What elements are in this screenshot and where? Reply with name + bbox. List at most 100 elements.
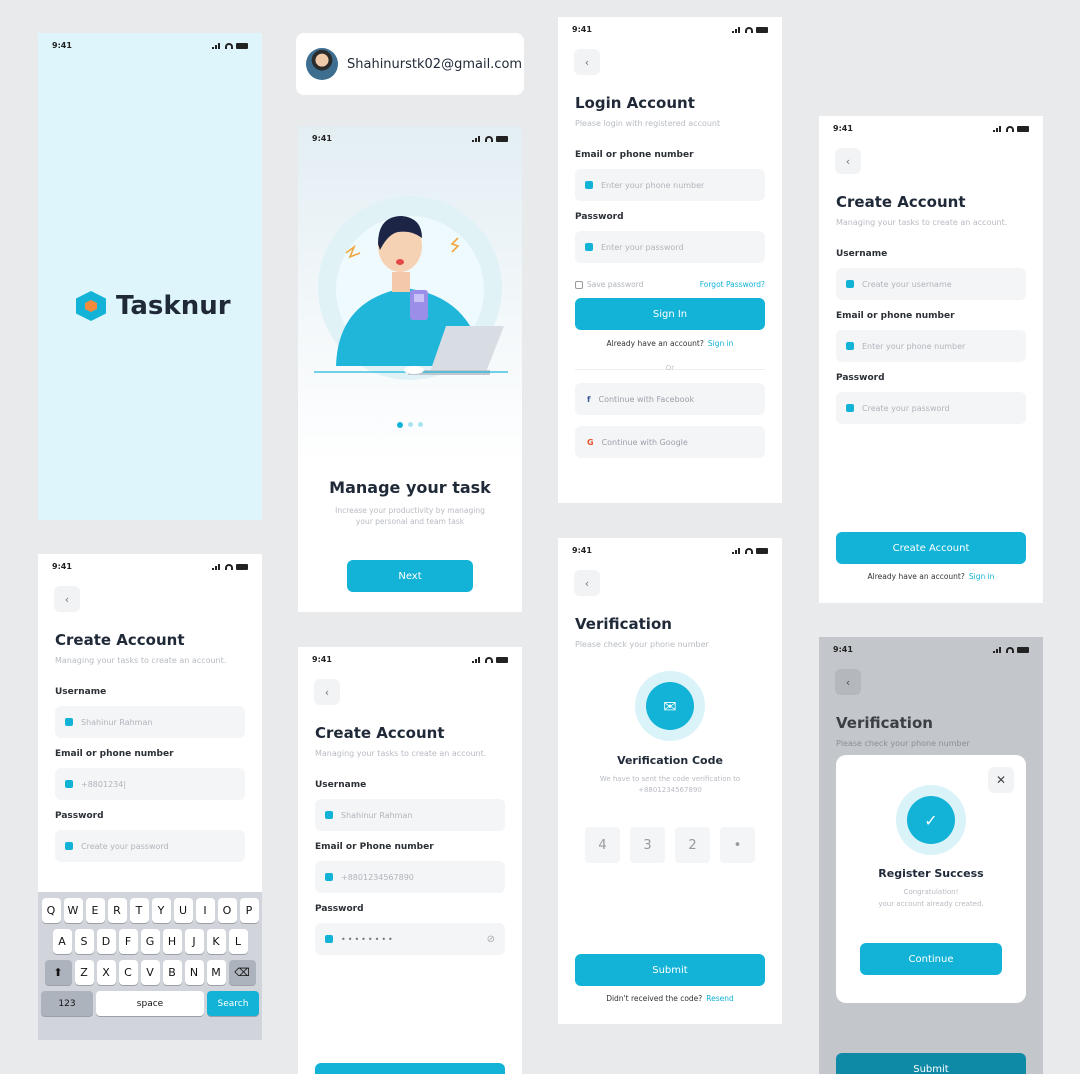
space-key[interactable]: space xyxy=(96,991,204,1016)
submit-button[interactable]: Submit xyxy=(836,1053,1026,1074)
password-field[interactable]: Enter your password xyxy=(575,231,765,263)
status-icons xyxy=(732,26,768,33)
resend-link[interactable]: Resend xyxy=(706,994,734,1003)
key-g[interactable]: G xyxy=(140,929,160,954)
email-placeholder: Enter your phone number xyxy=(862,341,966,351)
verification-badge: ✉ xyxy=(635,671,705,741)
username-field[interactable]: Shahinur Rahman xyxy=(315,799,505,831)
key-k[interactable]: K xyxy=(206,929,226,954)
email-field[interactable]: Enter your phone number xyxy=(575,169,765,201)
password-label: Password xyxy=(315,904,364,914)
carousel-dots[interactable] xyxy=(298,422,522,428)
back-button[interactable]: ‹ xyxy=(314,679,340,705)
status-time: 9:41 xyxy=(312,134,332,143)
email-field[interactable]: +8801234| xyxy=(55,768,245,800)
back-button[interactable]: ‹ xyxy=(835,148,861,174)
modal-line-1: Congratulation! xyxy=(903,888,959,896)
key-x[interactable]: X xyxy=(96,960,116,985)
submit-button[interactable]: Submit xyxy=(575,954,765,986)
search-key[interactable]: Search xyxy=(207,991,259,1016)
page-title: Create Account xyxy=(836,193,966,211)
key-q[interactable]: Q xyxy=(41,898,61,923)
lock-icon xyxy=(846,404,854,412)
close-icon: ✕ xyxy=(995,773,1007,787)
chevron-left-icon: ‹ xyxy=(324,685,330,699)
key-y[interactable]: Y xyxy=(151,898,171,923)
back-button[interactable]: ‹ xyxy=(574,570,600,596)
code-digit-2[interactable]: 3 xyxy=(630,827,665,863)
sign-in-link[interactable]: Sign in xyxy=(969,572,995,581)
lock-icon xyxy=(325,935,333,943)
password-field[interactable]: •••••••• ⊘ xyxy=(315,923,505,955)
verification-screen: 9:41 ‹ Verification Please check your ph… xyxy=(558,538,782,1024)
password-field[interactable]: Create your password xyxy=(836,392,1026,424)
message-lock-icon: ✉ xyxy=(646,682,694,730)
code-digit-4[interactable]: • xyxy=(720,827,755,863)
key-z[interactable]: Z xyxy=(74,960,94,985)
email-field[interactable]: +8801234567890 xyxy=(315,861,505,893)
eye-off-icon[interactable]: ⊘ xyxy=(487,934,495,945)
status-bar: 9:41 xyxy=(833,124,1029,133)
key-d[interactable]: D xyxy=(96,929,116,954)
back-button[interactable]: ‹ xyxy=(574,49,600,75)
continue-button[interactable]: Continue xyxy=(860,943,1002,975)
facebook-login-button[interactable]: f Continue with Facebook xyxy=(575,383,765,415)
key-r[interactable]: R xyxy=(107,898,127,923)
sign-in-link[interactable]: Sign in xyxy=(708,339,734,348)
modal-line-2: your account already created. xyxy=(878,900,984,908)
code-digit-3[interactable]: 2 xyxy=(675,827,710,863)
key-i[interactable]: I xyxy=(195,898,215,923)
key-h[interactable]: H xyxy=(162,929,182,954)
email-label: Email or phone number xyxy=(575,150,694,160)
backspace-key[interactable]: ⌫ xyxy=(228,960,256,985)
footer-text: Already have an account? xyxy=(867,572,965,581)
status-icons xyxy=(472,656,508,663)
key-b[interactable]: B xyxy=(162,960,182,985)
key-l[interactable]: L xyxy=(228,929,248,954)
create-account-button[interactable]: Create Account xyxy=(836,532,1026,564)
email-value: +8801234| xyxy=(81,779,127,789)
code-digit-1[interactable]: 4 xyxy=(585,827,620,863)
password-placeholder: Enter your password xyxy=(601,242,684,252)
key-w[interactable]: W xyxy=(63,898,83,923)
save-password-checkbox[interactable]: Save password xyxy=(575,280,643,289)
status-bar: 9:41 xyxy=(52,562,248,571)
numbers-key[interactable]: 123 xyxy=(41,991,93,1016)
key-p[interactable]: P xyxy=(239,898,259,923)
username-field[interactable]: Create your username xyxy=(836,268,1026,300)
chevron-left-icon: ‹ xyxy=(845,154,851,168)
key-a[interactable]: A xyxy=(52,929,72,954)
password-placeholder: Create your password xyxy=(862,403,950,413)
sign-in-button[interactable]: Sign In xyxy=(575,298,765,330)
key-m[interactable]: M xyxy=(206,960,226,985)
key-n[interactable]: N xyxy=(184,960,204,985)
password-field[interactable]: Create your password xyxy=(55,830,245,862)
username-value: Shahinur Rahman xyxy=(341,810,413,820)
shift-key[interactable]: ⬆ xyxy=(44,960,72,985)
close-button[interactable]: ✕ xyxy=(988,767,1014,793)
key-u[interactable]: U xyxy=(173,898,193,923)
status-icons xyxy=(993,125,1029,132)
key-j[interactable]: J xyxy=(184,929,204,954)
key-f[interactable]: F xyxy=(118,929,138,954)
key-c[interactable]: C xyxy=(118,960,138,985)
register-success-screen: 9:41 ‹ Verification Please check your ph… xyxy=(819,637,1043,1074)
key-e[interactable]: E xyxy=(85,898,105,923)
key-s[interactable]: S xyxy=(74,929,94,954)
status-icons xyxy=(993,646,1029,653)
create-account-button[interactable] xyxy=(315,1063,505,1074)
back-button[interactable]: ‹ xyxy=(54,586,80,612)
back-button[interactable]: ‹ xyxy=(835,669,861,695)
next-button[interactable]: Next xyxy=(347,560,473,592)
brand-logo: Tasknur xyxy=(76,291,231,321)
key-t[interactable]: T xyxy=(129,898,149,923)
status-time: 9:41 xyxy=(312,655,332,664)
onboarding-screen: 9:41 Manage your task Increase your prod… xyxy=(298,126,522,612)
username-field[interactable]: Shahinur Rahman xyxy=(55,706,245,738)
key-o[interactable]: O xyxy=(217,898,237,923)
email-field[interactable]: Enter your phone number xyxy=(836,330,1026,362)
key-v[interactable]: V xyxy=(140,960,160,985)
google-login-button[interactable]: G Continue with Google xyxy=(575,426,765,458)
keyboard-row-3: ⬆ ZXCVBNM ⌫ xyxy=(41,960,259,985)
forgot-password-link[interactable]: Forgot Password? xyxy=(700,280,765,289)
